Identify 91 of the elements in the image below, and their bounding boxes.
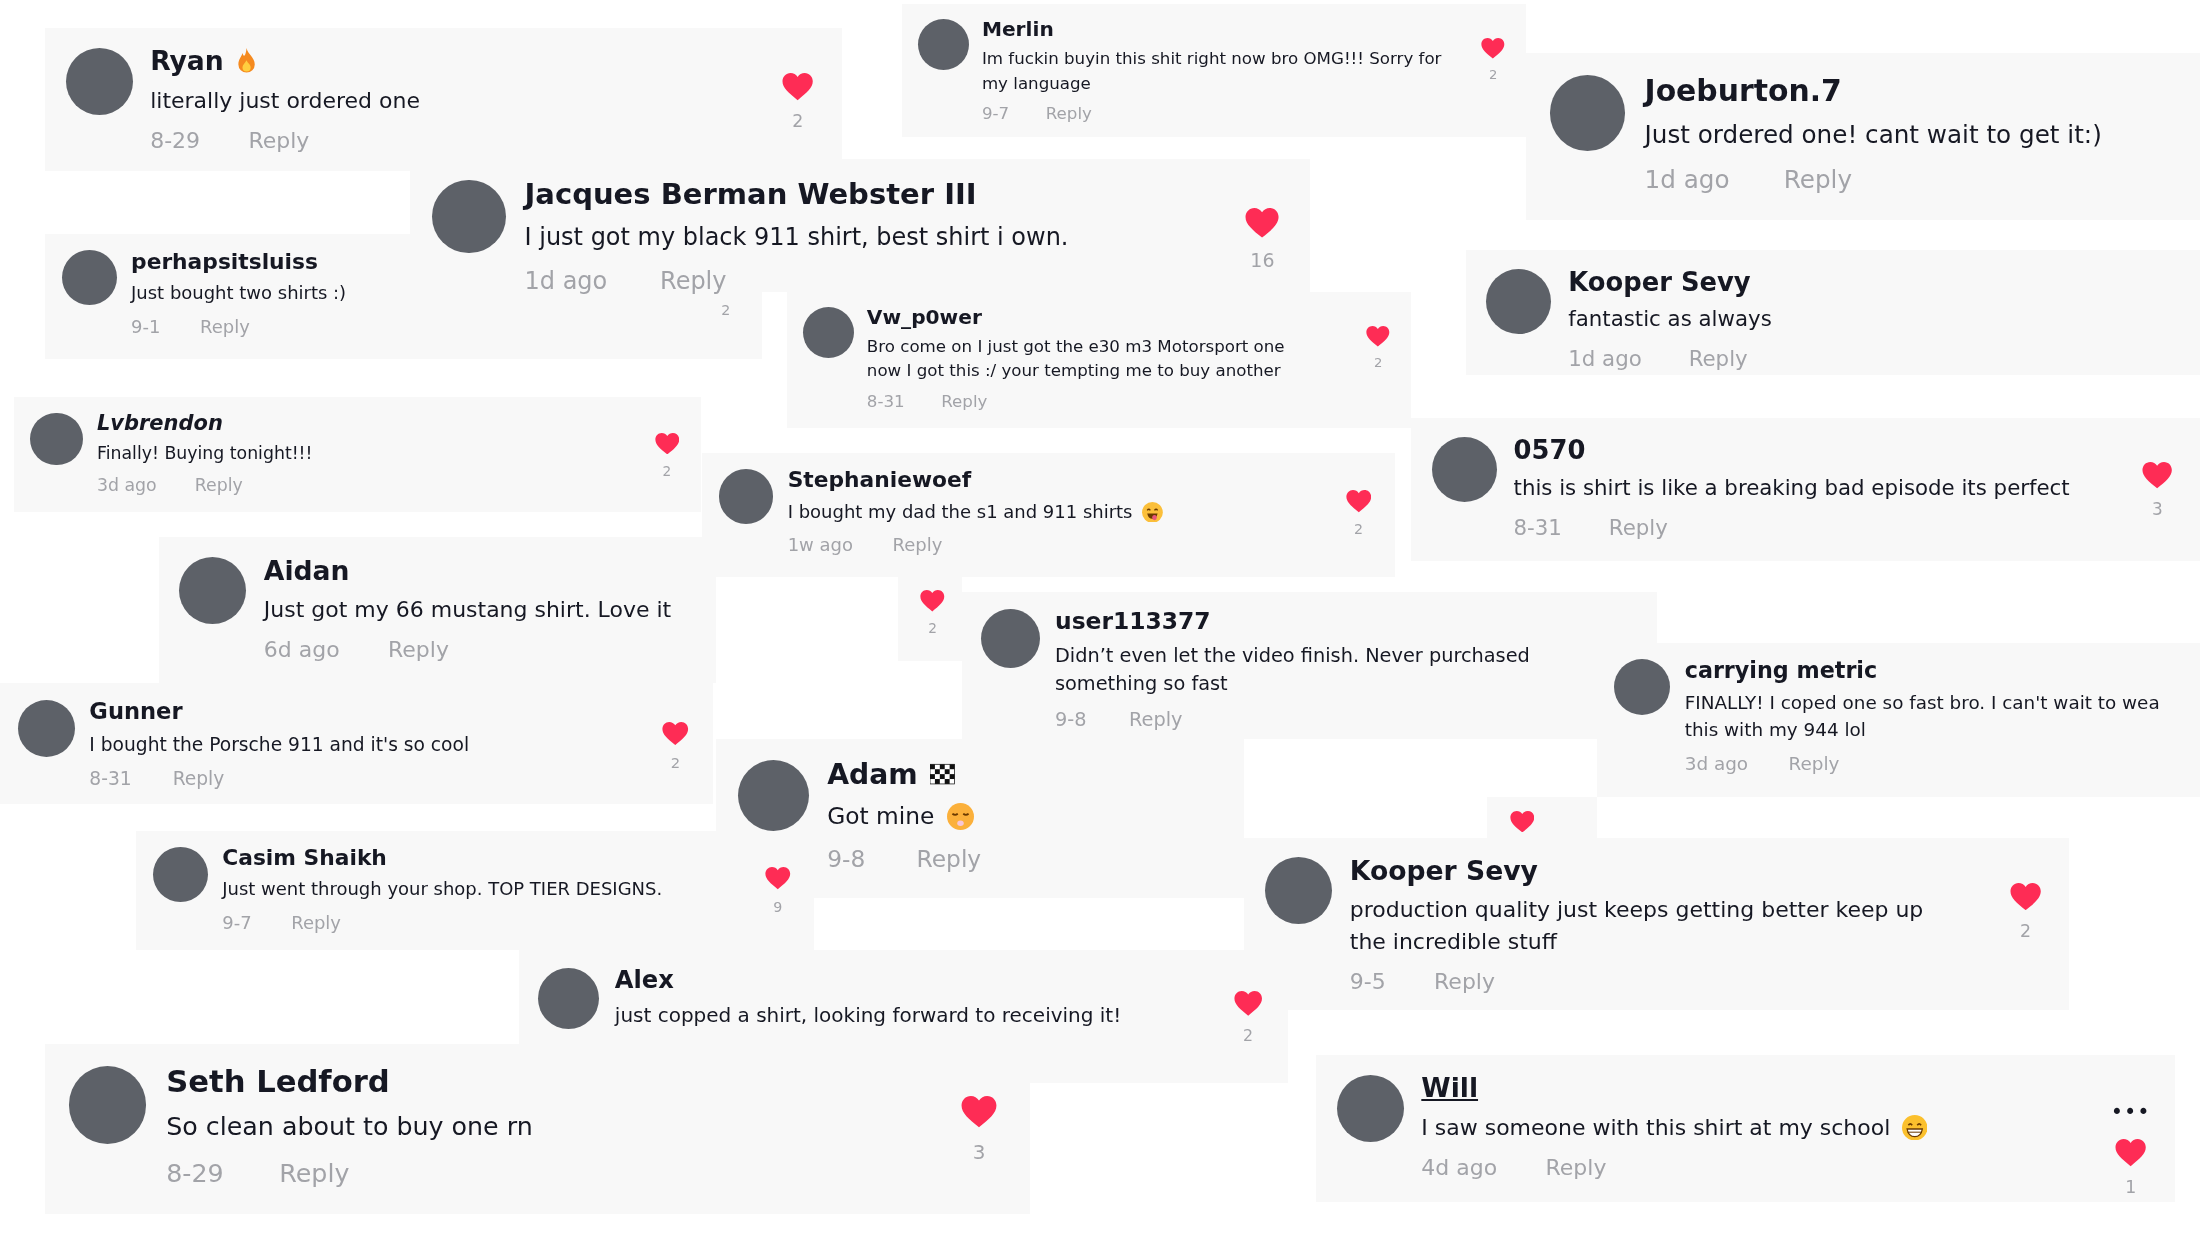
heart-icon[interactable]	[1345, 490, 1372, 513]
like-count: 1	[2125, 1176, 2137, 1197]
like-count: 16	[1250, 249, 1275, 272]
comment-date: 9-5	[1349, 969, 1386, 995]
comment-date: 9-7	[222, 911, 252, 933]
username[interactable]: Stephaniewoef	[787, 467, 972, 493]
comment-text: Just got my 66 mustang shirt. Love it	[263, 595, 672, 624]
comment-text: Just ordered one! cant wait to get it:)	[1644, 118, 2102, 151]
username[interactable]: Adam	[827, 757, 918, 791]
heart-icon[interactable]	[662, 721, 689, 746]
comment-text: So clean about to buy one rn	[166, 1110, 533, 1144]
comment-text: Just bought two shirts :)	[131, 281, 347, 306]
username[interactable]: Jacques Berman Webster III	[524, 177, 977, 212]
comment-text: just copped a shirt, looking forward to receiving it!	[614, 1001, 1122, 1029]
comment-text: I saw someone with this shirt at my school	[1421, 1113, 1891, 1142]
like-count: 2	[662, 462, 672, 479]
comment-text: Bro come on I just got the e30 m3 Motorsport one now I got this :/ your tempting me to buy another	[866, 336, 1285, 383]
username[interactable]: Kooper Sevy	[1568, 266, 1751, 297]
heart-icon[interactable]	[1481, 38, 1505, 60]
heart-icon[interactable]	[782, 73, 814, 101]
username[interactable]: perhapsitsluiss	[131, 248, 318, 274]
username[interactable]: Merlin	[981, 17, 1054, 42]
username[interactable]: Vw_p0wer	[866, 304, 982, 329]
comment-text: Just went through your shop. TOP TIER DESIGNS.	[222, 877, 663, 902]
comment-text: Finally! Buying tonight!!!	[97, 442, 313, 466]
username[interactable]: Will	[1421, 1072, 1479, 1104]
comment-date: 1w ago	[787, 534, 853, 556]
comment-date: 1d ago	[1644, 165, 1730, 195]
username[interactable]: Casim Shaikh	[222, 844, 387, 870]
heart-icon[interactable]	[2115, 1138, 2147, 1167]
avatar[interactable]	[917, 19, 969, 70]
heart-icon[interactable]	[764, 867, 791, 891]
comment-text: production quality just keeps getting better keep up the incredible stuff	[1349, 896, 1924, 956]
heart-icon[interactable]	[1509, 810, 1535, 833]
like-count: 2	[792, 111, 804, 132]
username[interactable]: Ryan	[150, 45, 224, 77]
like-count: 2	[721, 302, 731, 319]
comment-text: I bought the Porsche 911 and it's so cool	[89, 732, 470, 757]
username[interactable]: Seth Ledford	[166, 1063, 390, 1099]
heart-icon[interactable]	[1245, 207, 1280, 239]
comment-text: Got mine	[827, 801, 935, 832]
like-count: 9	[773, 898, 783, 915]
heart-icon[interactable]	[1366, 326, 1390, 347]
username[interactable]: Kooper Sevy	[1349, 854, 1538, 886]
comment-text: I bought my dad the s1 and 911 shirts	[787, 500, 1133, 524]
comment-date: 8-31	[866, 391, 905, 411]
comment-date: 1d ago	[524, 267, 608, 296]
heart-icon[interactable]	[654, 432, 680, 455]
like-count: 2	[1488, 67, 1498, 83]
comment-date: 9-8	[827, 845, 866, 873]
username[interactable]: Lvbrendon	[97, 410, 223, 435]
comment-date: 9-7	[981, 104, 1010, 124]
like-count: 2	[1373, 354, 1383, 370]
heart-icon[interactable]	[2142, 461, 2173, 489]
like-count: 2	[928, 620, 937, 637]
comment-text: Didn’t even let the video finish. Never purchased something so fast	[1055, 643, 1530, 698]
username[interactable]: 0570	[1513, 434, 1586, 465]
comment-date: 8-29	[166, 1158, 224, 1188]
comment-date: 4d ago	[1421, 1154, 1498, 1180]
like-count: 2	[670, 753, 681, 771]
comment-text: this is shirt is like a breaking bad episode its perfect	[1513, 473, 2070, 502]
username[interactable]: Alex	[614, 965, 674, 994]
comment-text: I just got my black 911 shirt, best shirt i own.	[524, 222, 1069, 254]
comment-date: 1d ago	[1568, 346, 1642, 372]
comment-date: 3d ago	[97, 475, 157, 496]
comment-date: 8-31	[1513, 514, 1562, 540]
comment-text: FINALLY! I coped one so fast bro. I can't wait to wea this with my 944 lol	[1684, 690, 2160, 742]
username[interactable]: carrying metric	[1684, 657, 1878, 684]
username[interactable]: Aidan	[263, 554, 350, 586]
username[interactable]: Gunner	[89, 697, 183, 724]
like-count: 2	[2019, 920, 2031, 941]
like-count: 2	[1354, 521, 1364, 538]
username[interactable]: Joeburton.7	[1644, 72, 1842, 108]
more-options-icon[interactable]: •••	[2110, 1100, 2151, 1125]
comment-text: literally just ordered one	[150, 86, 420, 115]
like-count: 3	[972, 1139, 986, 1164]
comment-date: 8-29	[150, 127, 201, 153]
comment-date: 6d ago	[263, 637, 340, 663]
username[interactable]: user113377	[1055, 607, 1211, 636]
comment-text: fantastic as always	[1568, 305, 1772, 334]
heart-icon[interactable]	[920, 590, 945, 613]
comment-date: 8-31	[89, 767, 132, 789]
like-count: 3	[2151, 498, 2163, 519]
heart-icon[interactable]	[1233, 990, 1263, 1017]
comment-date: 9-8	[1055, 708, 1087, 732]
like-count: 2	[1242, 1025, 1253, 1045]
comment-text: Im fuckin buyin this shit right now bro OMG!!! Sorry for my language	[981, 48, 1442, 95]
heart-icon[interactable]	[961, 1095, 998, 1128]
heart-icon[interactable]	[2009, 882, 2042, 911]
comment-date: 9-1	[131, 315, 161, 337]
comment-date: 3d ago	[1684, 752, 1749, 774]
